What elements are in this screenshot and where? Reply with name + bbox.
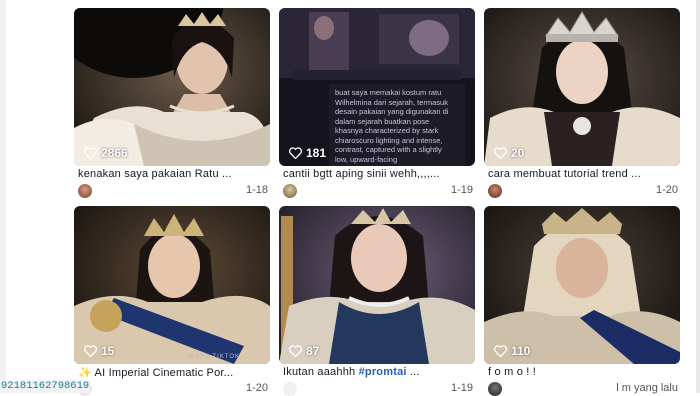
- thumbnail-image: [484, 8, 680, 166]
- id-label: 92181162798619: [0, 380, 91, 393]
- video-grid: 2866 kenakan saya pakaian Ratu ... 1-18 …: [0, 0, 700, 396]
- heart-icon: [494, 147, 507, 159]
- video-card[interactable]: 110 f o m o ! ! l m yang lalu: [484, 206, 680, 396]
- avatar[interactable]: [488, 382, 502, 396]
- video-caption[interactable]: kenakan saya pakaian Ratu ...: [78, 168, 270, 180]
- like-count-value: 20: [511, 146, 525, 160]
- video-thumbnail[interactable]: 87: [279, 206, 475, 364]
- avatar[interactable]: [283, 382, 297, 396]
- like-count: 2866: [84, 146, 128, 160]
- video-thumbnail[interactable]: 20: [484, 8, 680, 166]
- prompt-overlay-text: buat saya memakai kostum ratu Wilhelmina…: [335, 88, 449, 164]
- video-caption[interactable]: Ikutan aaahhh #promtai ...: [283, 366, 475, 378]
- caption-text: AI Imperial Cinematic Por...: [94, 367, 234, 379]
- avatar[interactable]: [78, 184, 92, 198]
- post-date: 1-20: [655, 184, 678, 196]
- video-card[interactable]: 20 cara membuat tutorial trend ... 1-20: [484, 8, 680, 198]
- like-count: 181: [289, 146, 326, 160]
- avatar[interactable]: [283, 184, 297, 198]
- heart-icon: [84, 147, 97, 159]
- like-count: 110: [494, 344, 530, 358]
- video-thumbnail[interactable]: 2866: [74, 8, 270, 166]
- sparkle-icon: ✨: [78, 367, 95, 379]
- video-caption[interactable]: f o m o ! !: [488, 366, 680, 378]
- post-date: 1-18: [245, 184, 268, 196]
- like-count-value: 2866: [101, 146, 128, 160]
- hashtag-link[interactable]: #promtai: [359, 366, 407, 378]
- like-count: 15: [84, 344, 114, 358]
- video-meta: 1-19: [283, 184, 475, 198]
- video-caption[interactable]: ✨ AI Imperial Cinematic Por...: [78, 366, 270, 379]
- video-card[interactable]: buat saya memakai kostum ratu Wilhelmina…: [279, 8, 475, 198]
- heart-icon: [494, 345, 507, 357]
- thumbnail-image: [484, 206, 680, 364]
- video-thumbnail[interactable]: 110: [484, 206, 680, 364]
- like-count-value: 87: [306, 344, 320, 358]
- caption-text: Ikutan aaahhh: [283, 366, 359, 378]
- video-meta: l m yang lalu: [488, 382, 680, 396]
- like-count-value: 181: [306, 146, 327, 160]
- video-meta: 1-19: [283, 382, 475, 396]
- watermark: INDRA TIKTOK: [186, 354, 240, 360]
- thumbnail-image: [74, 206, 270, 364]
- post-date: l m yang lalu: [616, 382, 678, 394]
- heart-icon: [84, 345, 97, 357]
- video-meta: 1-20: [78, 382, 270, 396]
- thumbnail-image: [74, 8, 270, 166]
- video-thumbnail[interactable]: 15 INDRA TIKTOK: [74, 206, 270, 364]
- post-date: 1-19: [450, 184, 473, 196]
- caption-ellipsis: ...: [406, 366, 420, 378]
- avatar[interactable]: [488, 184, 502, 198]
- like-count: 20: [494, 146, 524, 160]
- like-count-value: 110: [511, 344, 531, 358]
- video-caption[interactable]: cara membuat tutorial trend ...: [488, 168, 680, 180]
- post-date: 1-20: [245, 382, 268, 394]
- video-card[interactable]: 87 Ikutan aaahhh #promtai ... 1-19: [279, 206, 475, 396]
- heart-icon: [289, 147, 302, 159]
- heart-icon: [289, 345, 302, 357]
- thumbnail-image: [279, 206, 475, 364]
- like-count: 87: [289, 344, 319, 358]
- video-caption[interactable]: cantii bgtt aping sinii wehh,,,,...: [283, 168, 475, 180]
- video-thumbnail[interactable]: buat saya memakai kostum ratu Wilhelmina…: [279, 8, 475, 166]
- video-card[interactable]: 15 INDRA TIKTOK ✨ AI Imperial Cinematic …: [74, 206, 270, 396]
- video-meta: 1-20: [488, 184, 680, 198]
- video-meta: 1-18: [78, 184, 270, 198]
- post-date: 1-19: [450, 382, 473, 394]
- video-card[interactable]: 2866 kenakan saya pakaian Ratu ... 1-18: [74, 8, 270, 198]
- like-count-value: 15: [101, 344, 115, 358]
